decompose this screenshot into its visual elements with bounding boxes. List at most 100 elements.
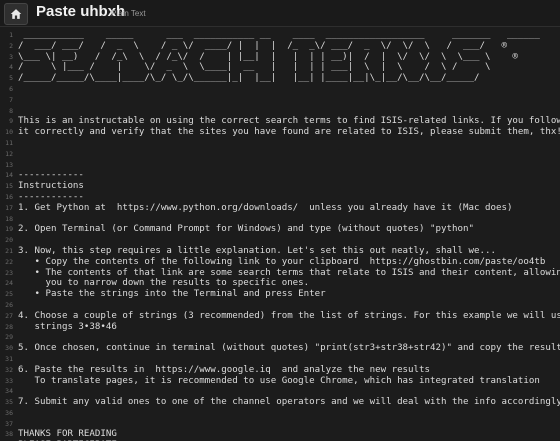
code-line: 29 bbox=[0, 332, 560, 343]
top-bar: Paste uhbxh Plain Text bbox=[0, 0, 560, 27]
code-line: 9 This is an instructable on using the co… bbox=[0, 116, 560, 127]
line-number: 20 bbox=[5, 236, 13, 245]
home-icon bbox=[10, 9, 22, 19]
code-line: 23 • The contents of that link are some … bbox=[0, 268, 560, 279]
code-line: 16 ------------ bbox=[0, 192, 560, 203]
line-number: 10 bbox=[5, 128, 13, 137]
line-number: 30 bbox=[5, 344, 13, 353]
line-text: it correctly and verify that the sites y… bbox=[18, 127, 560, 138]
code-line: 38 THANKS FOR READING bbox=[0, 429, 560, 440]
line-text: ___________ _____ ___ ___________ __ ___… bbox=[18, 30, 540, 40]
code-line: 26 bbox=[0, 300, 560, 311]
code-line: 19 2. Open Terminal (or Command Prompt fo… bbox=[0, 224, 560, 235]
code-line: 24 you to narrow down the results to spe… bbox=[0, 278, 560, 289]
line-number: 27 bbox=[5, 311, 13, 320]
line-number: 29 bbox=[5, 333, 13, 342]
code-line: 10 it correctly and verify that the sites… bbox=[0, 127, 560, 138]
code-line: 8 bbox=[0, 106, 560, 117]
line-text: strings 3•38•46 bbox=[18, 321, 117, 332]
code-line: 6 bbox=[0, 84, 560, 95]
language-label: Plain Text bbox=[111, 9, 146, 18]
line-number: 31 bbox=[5, 354, 13, 363]
line-text: you to narrow down the results to specif… bbox=[18, 278, 310, 289]
code-line: 11 bbox=[0, 138, 560, 149]
line-number: 3 bbox=[9, 52, 13, 61]
line-number: 17 bbox=[5, 203, 13, 212]
line-text: /_____/_____/\____|____/\_/ \_/\______|_… bbox=[18, 73, 480, 84]
line-number: 15 bbox=[5, 182, 13, 191]
code-line: 14 ------------ bbox=[0, 170, 560, 181]
line-number: 23 bbox=[5, 268, 13, 277]
line-number: 2 bbox=[9, 41, 13, 50]
code-line: 13 bbox=[0, 160, 560, 171]
line-text: • The contents of that link are some sea… bbox=[18, 267, 560, 278]
code-line: 3 \___ \| __) / /_\ \ / /_\/ / | |__| | |… bbox=[0, 52, 560, 63]
line-text: 6. Paste the results in https://www.goog… bbox=[18, 364, 431, 375]
line-number: 22 bbox=[5, 257, 13, 266]
code-line: 4 / \ |___ / | \/ _ \ \____| __ | | | | _… bbox=[0, 62, 560, 73]
line-number: 38 bbox=[5, 430, 13, 439]
code-line: 22 • Copy the contents of the following … bbox=[0, 257, 560, 268]
code-line: 27 4. Choose a couple of strings (3 recom… bbox=[0, 311, 560, 322]
line-text: • Paste the strings into the Terminal an… bbox=[18, 289, 326, 300]
code-line: 17 1. Get Python at https://www.python.or… bbox=[0, 203, 560, 214]
line-number: 13 bbox=[5, 160, 13, 169]
code-line: 12 bbox=[0, 149, 560, 160]
line-number: 36 bbox=[5, 408, 13, 417]
line-number: 34 bbox=[5, 387, 13, 396]
line-number: 32 bbox=[5, 365, 13, 374]
line-number: 7 bbox=[9, 95, 13, 104]
line-number: 9 bbox=[9, 117, 13, 126]
line-number: 4 bbox=[9, 63, 13, 72]
code-line: 33 To translate pages, it is recommended… bbox=[0, 376, 560, 387]
line-text: \___ \| __) / /_\ \ / /_\/ / | |__| | | … bbox=[18, 51, 518, 62]
line-number: 5 bbox=[9, 74, 13, 83]
code-line: 28 strings 3•38•46 bbox=[0, 322, 560, 333]
code-line: 36 bbox=[0, 408, 560, 419]
line-text: This is an instructable on using the cor… bbox=[18, 116, 560, 127]
line-number: 6 bbox=[9, 84, 13, 93]
line-text: 3. Now, this step requires a little expl… bbox=[18, 245, 496, 256]
line-text: 7. Submit any valid ones to one of the c… bbox=[18, 397, 560, 408]
code-line: 7 bbox=[0, 95, 560, 106]
line-text: • Copy the contents of the following lin… bbox=[18, 256, 546, 267]
code-line: 21 3. Now, this step requires a little ex… bbox=[0, 246, 560, 257]
line-text: 2. Open Terminal (or Command Prompt for … bbox=[18, 224, 474, 235]
line-text: 1. Get Python at https://www.python.org/… bbox=[18, 202, 513, 213]
code-line: 35 7. Submit any valid ones to one of the… bbox=[0, 397, 560, 408]
code-line: 1 ___________ _____ ___ ___________ __ _… bbox=[0, 30, 560, 41]
code-line: 34 bbox=[0, 386, 560, 397]
code-line: 25 • Paste the strings into the Terminal… bbox=[0, 289, 560, 300]
line-text: THANKS FOR READING bbox=[18, 429, 117, 440]
line-text: / \ |___ / | \/ _ \ \____| __ | | | | __… bbox=[18, 62, 491, 73]
line-text: 4. Choose a couple of strings (3 recomme… bbox=[18, 310, 560, 321]
line-text: ------------ bbox=[18, 191, 84, 202]
line-number: 12 bbox=[5, 149, 13, 158]
line-text: 5. Once chosen, continue in terminal (wi… bbox=[18, 343, 560, 354]
home-button[interactable] bbox=[4, 3, 28, 25]
line-number: 14 bbox=[5, 171, 13, 180]
line-number: 35 bbox=[5, 398, 13, 407]
code-line: 18 bbox=[0, 214, 560, 225]
line-number: 18 bbox=[5, 214, 13, 223]
line-number: 8 bbox=[9, 106, 13, 115]
line-text: / ___/ ___/ / _ \ / _ \/ ____/ | | | /_ … bbox=[18, 40, 507, 51]
line-number: 19 bbox=[5, 225, 13, 234]
code-line: 15 Instructions bbox=[0, 181, 560, 192]
line-text: Instructions bbox=[18, 181, 84, 192]
line-number: 16 bbox=[5, 192, 13, 201]
line-number: 26 bbox=[5, 300, 13, 309]
code-line: 32 6. Paste the results in https://www.go… bbox=[0, 365, 560, 376]
line-number: 21 bbox=[5, 246, 13, 255]
line-text: ------------ bbox=[18, 170, 84, 181]
line-number: 11 bbox=[5, 138, 13, 147]
line-number: 28 bbox=[5, 322, 13, 331]
paste-content: 1 ___________ _____ ___ ___________ __ _… bbox=[0, 30, 560, 441]
line-number: 25 bbox=[5, 290, 13, 299]
code-line: 2 / ___/ ___/ / _ \ / _ \/ ____/ | | | /_… bbox=[0, 41, 560, 52]
code-line: 5 /_____/_____/\____|____/\_/ \_/\______|… bbox=[0, 73, 560, 84]
line-text: To translate pages, it is recommended to… bbox=[18, 375, 540, 386]
code-line: 31 bbox=[0, 354, 560, 365]
line-number: 1 bbox=[9, 31, 13, 39]
line-number: 24 bbox=[5, 279, 13, 288]
